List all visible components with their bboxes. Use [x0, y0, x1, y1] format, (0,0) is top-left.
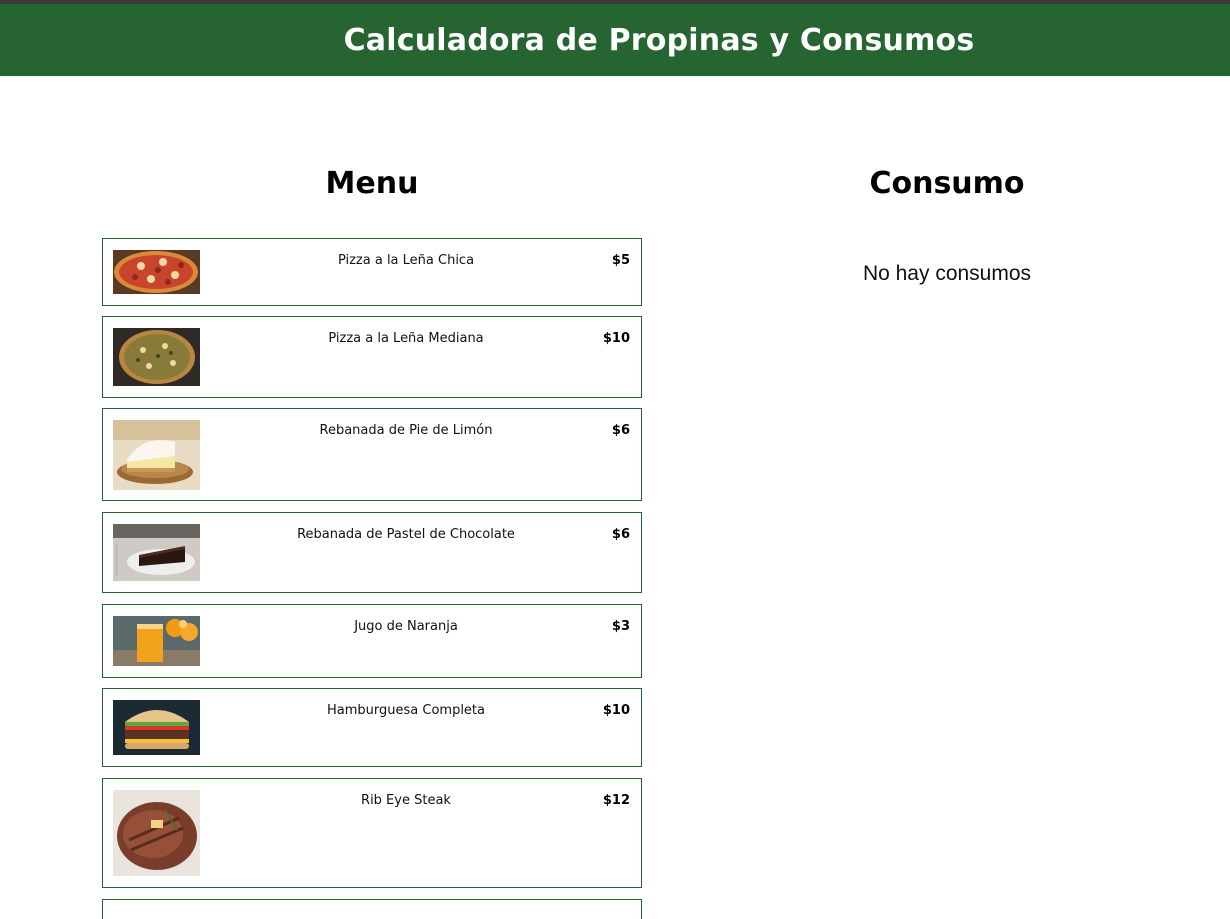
- menu-item-price: $6: [611, 423, 630, 438]
- menu-item-name: Rebanada de Pastel de Chocolate: [297, 527, 515, 542]
- chocolate-cake-image: [113, 524, 200, 581]
- menu-item-price: $5: [611, 253, 630, 268]
- app-header: Calculadora de Propinas y Consumos: [0, 4, 1230, 76]
- menu-item-name: Rib Eye Steak: [361, 793, 451, 808]
- menu-item-name: Hamburguesa Completa: [327, 703, 485, 718]
- menu-item-rib-eye[interactable]: Rib Eye Steak $12: [102, 778, 642, 888]
- burger-image: [113, 700, 200, 755]
- menu-item-partial[interactable]: [102, 899, 642, 919]
- app-title: Calculadora de Propinas y Consumos: [343, 22, 975, 58]
- menu-item-name: Rebanada de Pie de Limón: [319, 423, 493, 438]
- menu-item-pie-limon[interactable]: Rebanada de Pie de Limón $6: [102, 408, 642, 501]
- consumo-heading: Consumo: [869, 166, 1025, 201]
- menu-item-pastel-chocolate[interactable]: Rebanada de Pastel de Chocolate $6: [102, 512, 642, 593]
- menu-item-pizza-chica[interactable]: Pizza a la Leña Chica $5: [102, 238, 642, 306]
- menu-item-name: Jugo de Naranja: [354, 619, 458, 634]
- menu-item-price: $12: [602, 793, 630, 808]
- menu-item-jugo-naranja[interactable]: Jugo de Naranja $3: [102, 604, 642, 678]
- menu-item-hamburguesa[interactable]: Hamburguesa Completa $10: [102, 688, 642, 767]
- menu-list: Pizza a la Leña Chica $5 Pizza a la Leña…: [102, 238, 642, 919]
- menu-item-name: Pizza a la Leña Mediana: [328, 331, 484, 346]
- menu-item-price: $10: [602, 331, 630, 346]
- menu-item-price: $6: [611, 527, 630, 542]
- menu-item-price: $3: [611, 619, 630, 634]
- menu-item-price: $10: [602, 703, 630, 718]
- menu-heading: Menu: [325, 166, 419, 201]
- menu-item-name: Pizza a la Leña Chica: [337, 253, 475, 268]
- menu-item-pizza-mediana[interactable]: Pizza a la Leña Mediana $10: [102, 316, 642, 398]
- pizza-small-image: [113, 250, 200, 294]
- pizza-medium-image: [113, 328, 200, 386]
- empty-consumo-message: No hay consumos: [862, 262, 1032, 285]
- lemon-pie-image: [113, 420, 200, 490]
- orange-juice-image: [113, 616, 200, 666]
- steak-image: [113, 790, 200, 876]
